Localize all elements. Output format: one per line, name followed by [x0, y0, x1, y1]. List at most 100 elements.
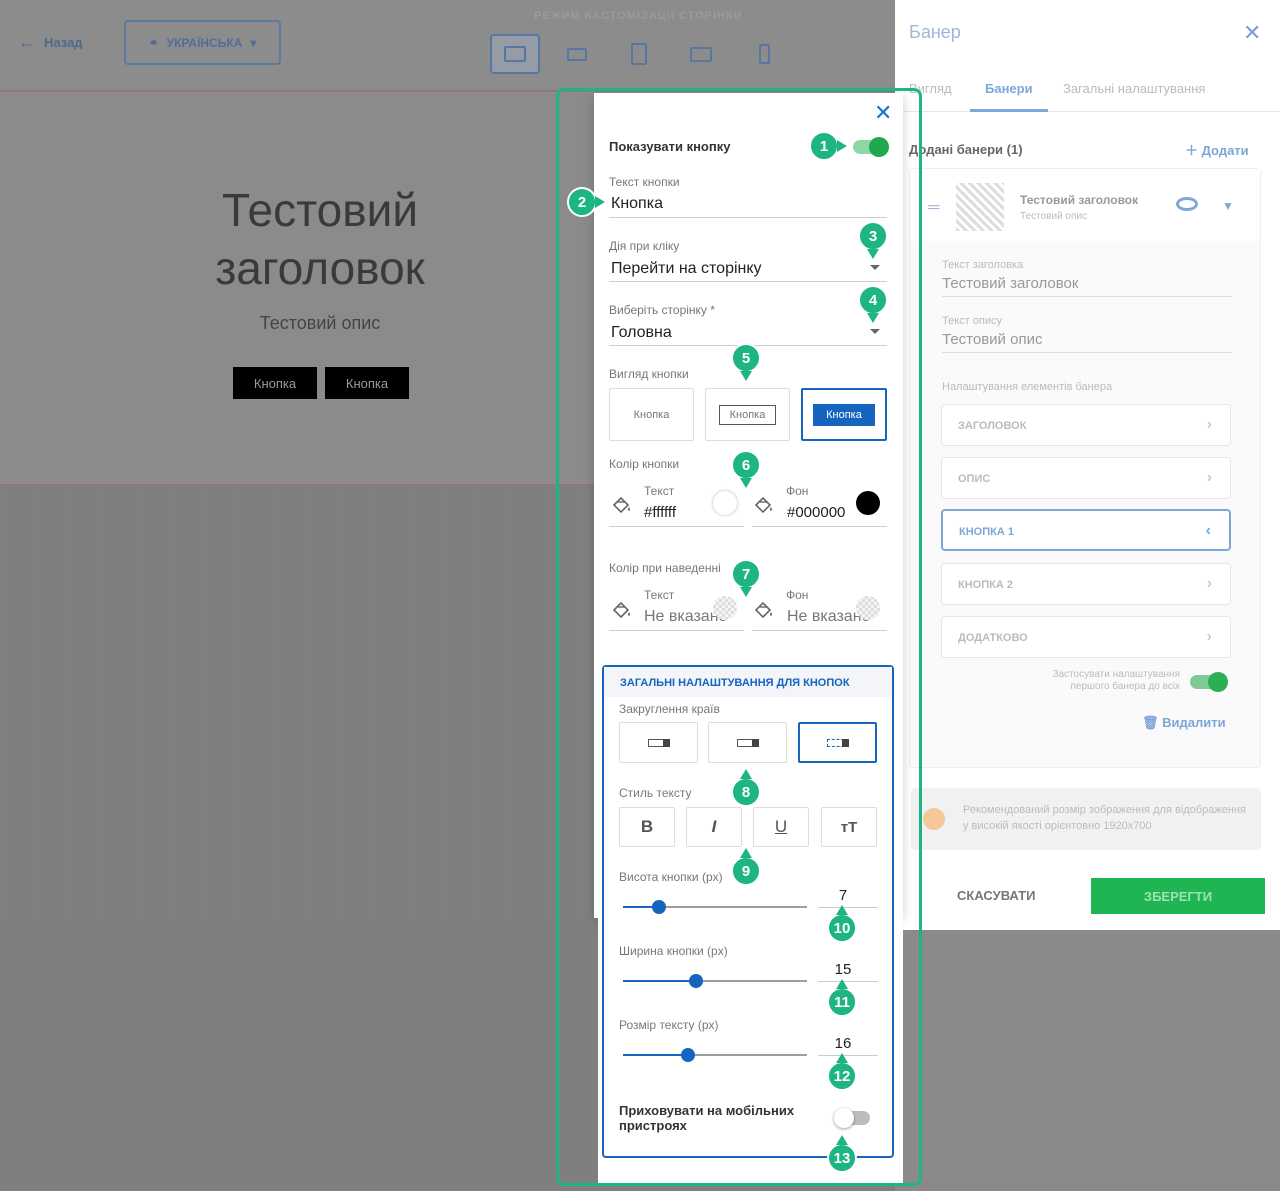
- language-button[interactable]: ⚭ УКРАЇНСЬКА ▾: [124, 20, 281, 65]
- translate-icon: ⚭: [148, 35, 159, 50]
- button-view-label: Вигляд кнопки: [609, 367, 689, 381]
- rounding-large-icon: [826, 738, 849, 747]
- close-icon[interactable]: ✕: [1243, 20, 1261, 46]
- view-option-filled[interactable]: Кнопка: [801, 388, 887, 441]
- height-slider-thumb[interactable]: [652, 900, 666, 914]
- width-input[interactable]: 15: [814, 961, 872, 978]
- bold-button[interactable]: B: [619, 807, 675, 847]
- view-option-text[interactable]: Кнопка: [609, 388, 694, 441]
- desc-field[interactable]: Тестовий опис: [942, 331, 1232, 353]
- font-size-input[interactable]: 16: [814, 1035, 872, 1052]
- paint-bucket-icon[interactable]: [611, 598, 633, 620]
- view-option-outline[interactable]: Кнопка: [705, 388, 790, 441]
- accordion-button-2[interactable]: КНОПКА 2 ›: [941, 563, 1231, 605]
- panel-title: Банер: [909, 22, 961, 42]
- banner-button-1[interactable]: Кнопка: [233, 367, 317, 399]
- show-button-toggle[interactable]: [853, 137, 889, 157]
- tablet-icon[interactable]: [614, 34, 664, 74]
- paint-bucket-icon[interactable]: [753, 493, 775, 515]
- drag-handle-icon[interactable]: ═: [928, 199, 939, 217]
- banner-button-2[interactable]: Кнопка: [325, 367, 409, 399]
- toggle-knob: [869, 137, 889, 157]
- tab-banners[interactable]: Банери: [985, 81, 1033, 96]
- accordion-description[interactable]: ОПИС ›: [941, 457, 1231, 499]
- tablet-landscape-icon[interactable]: [676, 34, 726, 74]
- panel-footer: СКАСУВАТИ ЗБЕРЕГТИ: [895, 860, 1280, 1191]
- width-slider-fill: [623, 980, 696, 982]
- laptop-icon[interactable]: [552, 34, 602, 74]
- info-box: Рекомендований розмір зображення для від…: [911, 788, 1261, 850]
- paint-bucket-icon[interactable]: [611, 493, 633, 515]
- rounding-option-small[interactable]: [708, 722, 787, 763]
- text-color-input[interactable]: #ffffff: [644, 504, 676, 521]
- callout-badge-13: 13: [827, 1143, 857, 1173]
- click-action-select[interactable]: Перейти на сторінку: [611, 260, 762, 278]
- callout-badge-9: 9: [731, 856, 761, 886]
- select-page-select[interactable]: Головна: [611, 324, 672, 342]
- text-case-icon: тT: [840, 818, 858, 836]
- underline: [818, 981, 878, 982]
- underline-button[interactable]: U: [753, 807, 809, 847]
- height-input[interactable]: 7: [814, 887, 872, 904]
- font-size-slider-thumb[interactable]: [681, 1048, 695, 1062]
- add-label: Додати: [1201, 143, 1249, 158]
- rounding-option-large[interactable]: [798, 722, 877, 763]
- panel-tabs: Вигляд Банери Загальні налаштування: [895, 64, 1280, 112]
- back-button[interactable]: ← Назад: [18, 33, 83, 51]
- tab-general-settings[interactable]: Загальні налаштування: [1063, 81, 1205, 96]
- hover-text-swatch[interactable]: [713, 596, 737, 620]
- accordion-additional[interactable]: ДОДАТКОВО ›: [941, 616, 1231, 658]
- underline: [752, 526, 887, 527]
- accordion-title-label: ЗАГОЛОВОК: [958, 420, 1027, 432]
- delete-label: Видалити: [1162, 715, 1226, 730]
- badge-pointer: [836, 979, 848, 989]
- text-case-button[interactable]: тT: [821, 807, 877, 847]
- added-banners-label: Додані банери (1): [909, 142, 1023, 157]
- editor-topbar: ← Назад ⚭ УКРАЇНСЬКА ▾ РЕЖИМ КАСТОМІЗАЦІ…: [0, 0, 895, 90]
- width-slider-thumb[interactable]: [689, 974, 703, 988]
- bg-color-input[interactable]: #000000: [787, 504, 845, 521]
- hover-color-label: Колір при наведенні: [609, 561, 721, 575]
- view-option-text-label: Кнопка: [633, 408, 670, 421]
- save-button[interactable]: ЗБЕРЕГТИ: [1091, 878, 1265, 914]
- info-text: Рекомендований розмір зображення для від…: [963, 804, 1246, 832]
- panel-body: Додані банери (1) ＋ Додати ═ Тестовий за…: [895, 112, 1280, 860]
- apply-first-toggle[interactable]: [1190, 672, 1228, 692]
- caret-down-icon[interactable]: [870, 329, 880, 334]
- chevron-left-icon: ‹: [1205, 522, 1211, 539]
- badge-pointer: [595, 196, 605, 208]
- add-banner-button[interactable]: ＋ Додати: [1185, 140, 1249, 159]
- underline: [818, 1055, 878, 1056]
- hover-bg-swatch[interactable]: [856, 596, 880, 620]
- accordion-button-1[interactable]: КНОПКА 1 ‹: [941, 509, 1231, 551]
- eye-icon[interactable]: [1176, 197, 1198, 211]
- general-settings-title: ЗАГАЛЬНІ НАЛАШТУВАННЯ ДЛЯ КНОПОК: [620, 677, 850, 689]
- text-color-swatch[interactable]: [713, 491, 737, 515]
- hide-mobile-toggle[interactable]: [834, 1108, 870, 1128]
- banner-card-subtitle: Тестовий опис: [1020, 211, 1087, 222]
- banner-card-header[interactable]: ═ Тестовий заголовок Тестовий опис ▼: [910, 169, 1260, 241]
- accordion-additional-label: ДОДАТКОВО: [958, 632, 1028, 644]
- button-text-input[interactable]: Кнопка: [611, 195, 663, 213]
- banner-description: Тестовий опис: [259, 313, 381, 333]
- desktop-icon[interactable]: [490, 34, 540, 74]
- accordion-title[interactable]: ЗАГОЛОВОК ›: [941, 404, 1231, 446]
- title-field[interactable]: Тестовий заголовок: [942, 275, 1232, 297]
- chevron-down-icon[interactable]: ▼: [1222, 199, 1234, 213]
- paint-bucket-icon[interactable]: [753, 598, 775, 620]
- mode-title: РЕЖИМ КАСТОМІЗАЦІЇ СТОРІНКИ: [534, 10, 743, 22]
- close-icon[interactable]: ✕: [874, 102, 892, 124]
- mobile-icon[interactable]: [739, 34, 789, 74]
- caret-down-icon[interactable]: [870, 265, 880, 270]
- italic-button[interactable]: I: [686, 807, 742, 847]
- cancel-button[interactable]: СКАСУВАТИ: [957, 888, 1035, 903]
- hide-mobile-label-line2: пристроях: [619, 1118, 687, 1133]
- badge-pointer: [836, 905, 848, 915]
- accordion-button-1-label: КНОПКА 1: [959, 526, 1014, 538]
- bg-color-swatch[interactable]: [856, 491, 880, 515]
- rounding-option-none[interactable]: [619, 722, 698, 763]
- elements-label: Налаштування елементів банера: [942, 381, 1113, 393]
- banner-title: Тестовий заголовок: [150, 181, 490, 297]
- callout-badge-3: 3: [858, 221, 888, 251]
- delete-banner-button[interactable]: 🗑 Видалити: [1142, 715, 1226, 731]
